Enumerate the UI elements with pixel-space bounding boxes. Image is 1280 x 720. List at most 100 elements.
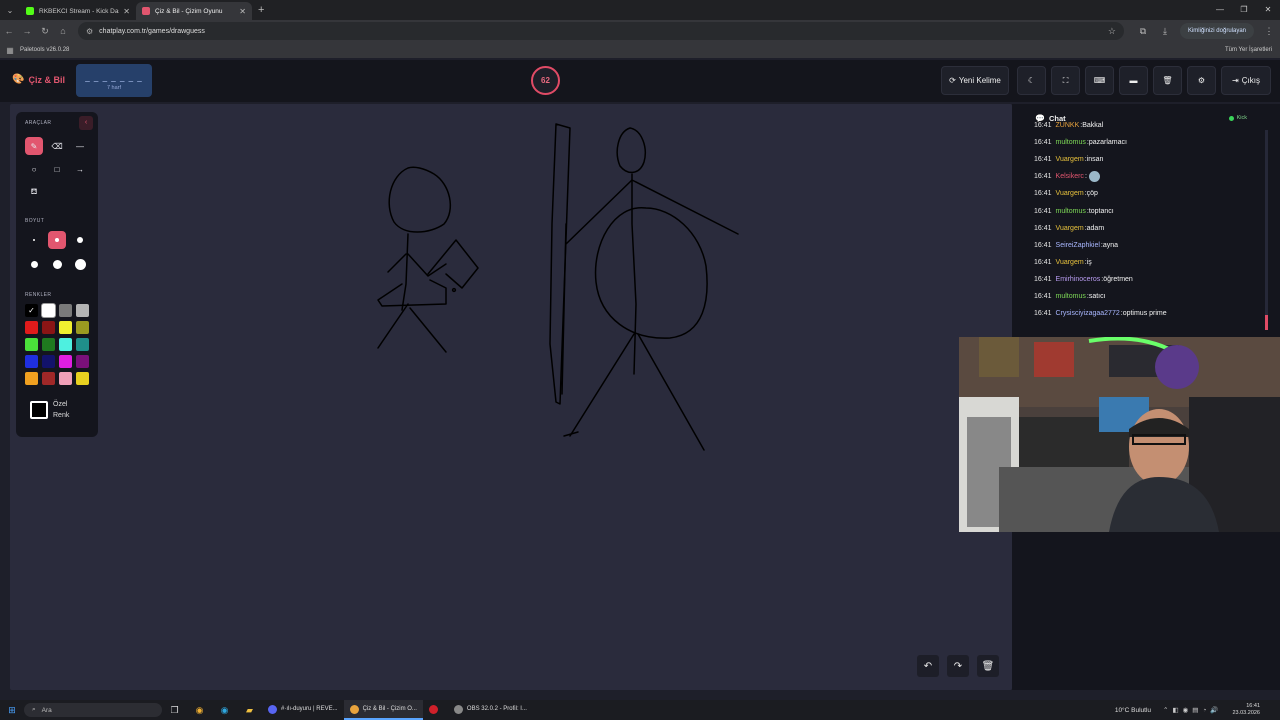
custom-color-button[interactable]: [30, 401, 48, 419]
collapse-panel-button[interactable]: ‹: [79, 116, 93, 130]
reload-icon[interactable]: ↻: [36, 26, 54, 37]
all-bookmarks[interactable]: Tüm Yer İşaretleri: [1225, 47, 1272, 53]
size-5-button[interactable]: [48, 255, 66, 273]
color-swatch[interactable]: [76, 372, 89, 385]
close-tab-icon[interactable]: ✕: [239, 7, 246, 16]
tab-kick-dashboard[interactable]: RKBEKCI Stream - Kick Dashbo ✕: [20, 2, 136, 20]
bookmark-paletools[interactable]: Paletools v26.0.28: [20, 47, 69, 53]
home-icon[interactable]: ⌂: [54, 26, 72, 36]
color-swatch[interactable]: [76, 304, 89, 317]
delete-button[interactable]: 🗑: [1153, 66, 1182, 95]
message-user[interactable]: multomus: [1056, 293, 1086, 300]
color-swatch[interactable]: [59, 338, 72, 351]
menu-icon[interactable]: ⋮: [1258, 26, 1280, 37]
chat-scrollbar[interactable]: [1265, 130, 1268, 330]
message-user[interactable]: Vuargem: [1056, 190, 1084, 197]
arrow-tool[interactable]: →: [71, 160, 89, 178]
fullscreen-button[interactable]: ⛶: [1051, 66, 1080, 95]
edge-icon[interactable]: ◉: [212, 705, 237, 716]
tray-icons[interactable]: ⌃◧◉▤◔🔊: [1163, 706, 1222, 714]
app-logo[interactable]: 🎨 Çiz & Bil: [12, 74, 65, 85]
size-3-button[interactable]: [71, 231, 89, 249]
chrome-icon[interactable]: ◉: [187, 705, 212, 716]
exit-button[interactable]: ⇥ Çıkış: [1221, 66, 1271, 95]
color-swatch[interactable]: [76, 321, 89, 334]
back-icon[interactable]: ←: [0, 26, 18, 36]
color-swatch[interactable]: [76, 355, 89, 368]
circle-tool[interactable]: ○: [25, 160, 43, 178]
message-user[interactable]: Emirhinoceros: [1056, 276, 1101, 283]
color-swatch[interactable]: [42, 338, 55, 351]
color-swatch[interactable]: [59, 304, 72, 317]
line-tool[interactable]: —: [71, 137, 89, 155]
drawing-canvas[interactable]: [10, 104, 1012, 690]
maximize-icon[interactable]: ❐: [1232, 0, 1256, 20]
tab-search-icon[interactable]: ⌄: [0, 0, 20, 20]
message-user[interactable]: Crysisciyizagaa2772: [1056, 310, 1120, 317]
new-tab-icon[interactable]: +: [258, 4, 264, 16]
download-icon[interactable]: ⤓: [1154, 26, 1176, 37]
theme-toggle-button[interactable]: ☾: [1017, 66, 1046, 95]
forward-icon[interactable]: →: [18, 26, 36, 36]
color-swatch[interactable]: [42, 304, 55, 317]
exit-icon: ⇥: [1232, 76, 1239, 85]
clear-canvas-button[interactable]: 🗑: [977, 655, 999, 677]
color-swatch[interactable]: [25, 338, 38, 351]
size-1-button[interactable]: [25, 231, 43, 249]
settings-button[interactable]: ⚙: [1187, 66, 1216, 95]
scroll-thumb[interactable]: [1265, 315, 1268, 330]
apps-icon[interactable]: ▦: [0, 46, 20, 55]
new-word-button[interactable]: ⟳ Yeni Kelime: [941, 66, 1009, 95]
undo-button[interactable]: ↶: [917, 655, 939, 677]
close-window-icon[interactable]: ✕: [1256, 0, 1280, 20]
tab-ciz-bil[interactable]: Çiz & Bil - Çizim Oyunu ✕: [136, 2, 252, 20]
bookmark-star-icon[interactable]: ☆: [1108, 26, 1116, 37]
color-swatch[interactable]: [42, 321, 55, 334]
palette-icon: 🎨: [12, 74, 25, 85]
clock[interactable]: 16:41 23.03.2026: [1232, 703, 1260, 717]
message-user[interactable]: Vuargem: [1056, 259, 1084, 266]
message-user[interactable]: ZUNKK: [1056, 122, 1080, 129]
color-swatch[interactable]: [59, 321, 72, 334]
size-2-button[interactable]: [48, 231, 66, 249]
color-swatch[interactable]: [59, 355, 72, 368]
minimize-icon[interactable]: —: [1208, 0, 1232, 20]
fill-tool[interactable]: ⛾: [25, 183, 43, 201]
address-bar[interactable]: ⚙ chatplay.com.tr/games/drawguess ☆: [78, 22, 1124, 40]
redo-button[interactable]: ↷: [947, 655, 969, 677]
brush-tool[interactable]: ✎: [25, 137, 43, 155]
folder-icon[interactable]: ▰: [237, 705, 262, 716]
color-swatch[interactable]: [42, 372, 55, 385]
message-user[interactable]: SeireiZaphkiel: [1056, 242, 1100, 249]
keyboard-button[interactable]: ⌨: [1085, 66, 1114, 95]
size-6-button[interactable]: [71, 255, 89, 273]
panel-toggle-button[interactable]: ▬: [1119, 66, 1148, 95]
weather[interactable]: 10°C Bulutlu: [1115, 707, 1151, 714]
extensions-icon[interactable]: ⧉: [1132, 26, 1154, 37]
taskbar-app[interactable]: Çiz & Bil - Çizim O...: [343, 700, 423, 720]
message-user[interactable]: multomus: [1056, 139, 1086, 146]
color-swatch[interactable]: [25, 321, 38, 334]
verify-identity-button[interactable]: Kimliğinizi doğrulayan: [1179, 23, 1254, 39]
color-swatch[interactable]: [59, 372, 72, 385]
color-swatch[interactable]: [25, 355, 38, 368]
taskbar-app[interactable]: [423, 700, 448, 720]
message-user[interactable]: multomus: [1056, 208, 1086, 215]
message-user[interactable]: Kelsikerc: [1056, 173, 1084, 180]
message-user[interactable]: Vuargem: [1056, 156, 1084, 163]
site-info-icon[interactable]: ⚙: [86, 27, 93, 36]
start-icon[interactable]: ⊞: [0, 705, 24, 716]
close-tab-icon[interactable]: ✕: [123, 7, 130, 16]
taskbar-app[interactable]: #·ılı-duyuru | REVE...: [262, 700, 344, 720]
eraser-tool[interactable]: ⌫: [48, 137, 66, 155]
rectangle-tool[interactable]: □: [48, 160, 66, 178]
color-swatch[interactable]: ✓: [25, 304, 38, 317]
size-4-button[interactable]: [25, 255, 43, 273]
taskbar-search[interactable]: ⌕ Ara: [24, 703, 162, 717]
color-swatch[interactable]: [76, 338, 89, 351]
message-user[interactable]: Vuargem: [1056, 225, 1084, 232]
color-swatch[interactable]: [25, 372, 38, 385]
taskbar-app[interactable]: OBS 32.0.2 - Profil: I...: [448, 700, 533, 720]
task-view-icon[interactable]: ❐: [162, 705, 187, 716]
color-swatch[interactable]: [42, 355, 55, 368]
